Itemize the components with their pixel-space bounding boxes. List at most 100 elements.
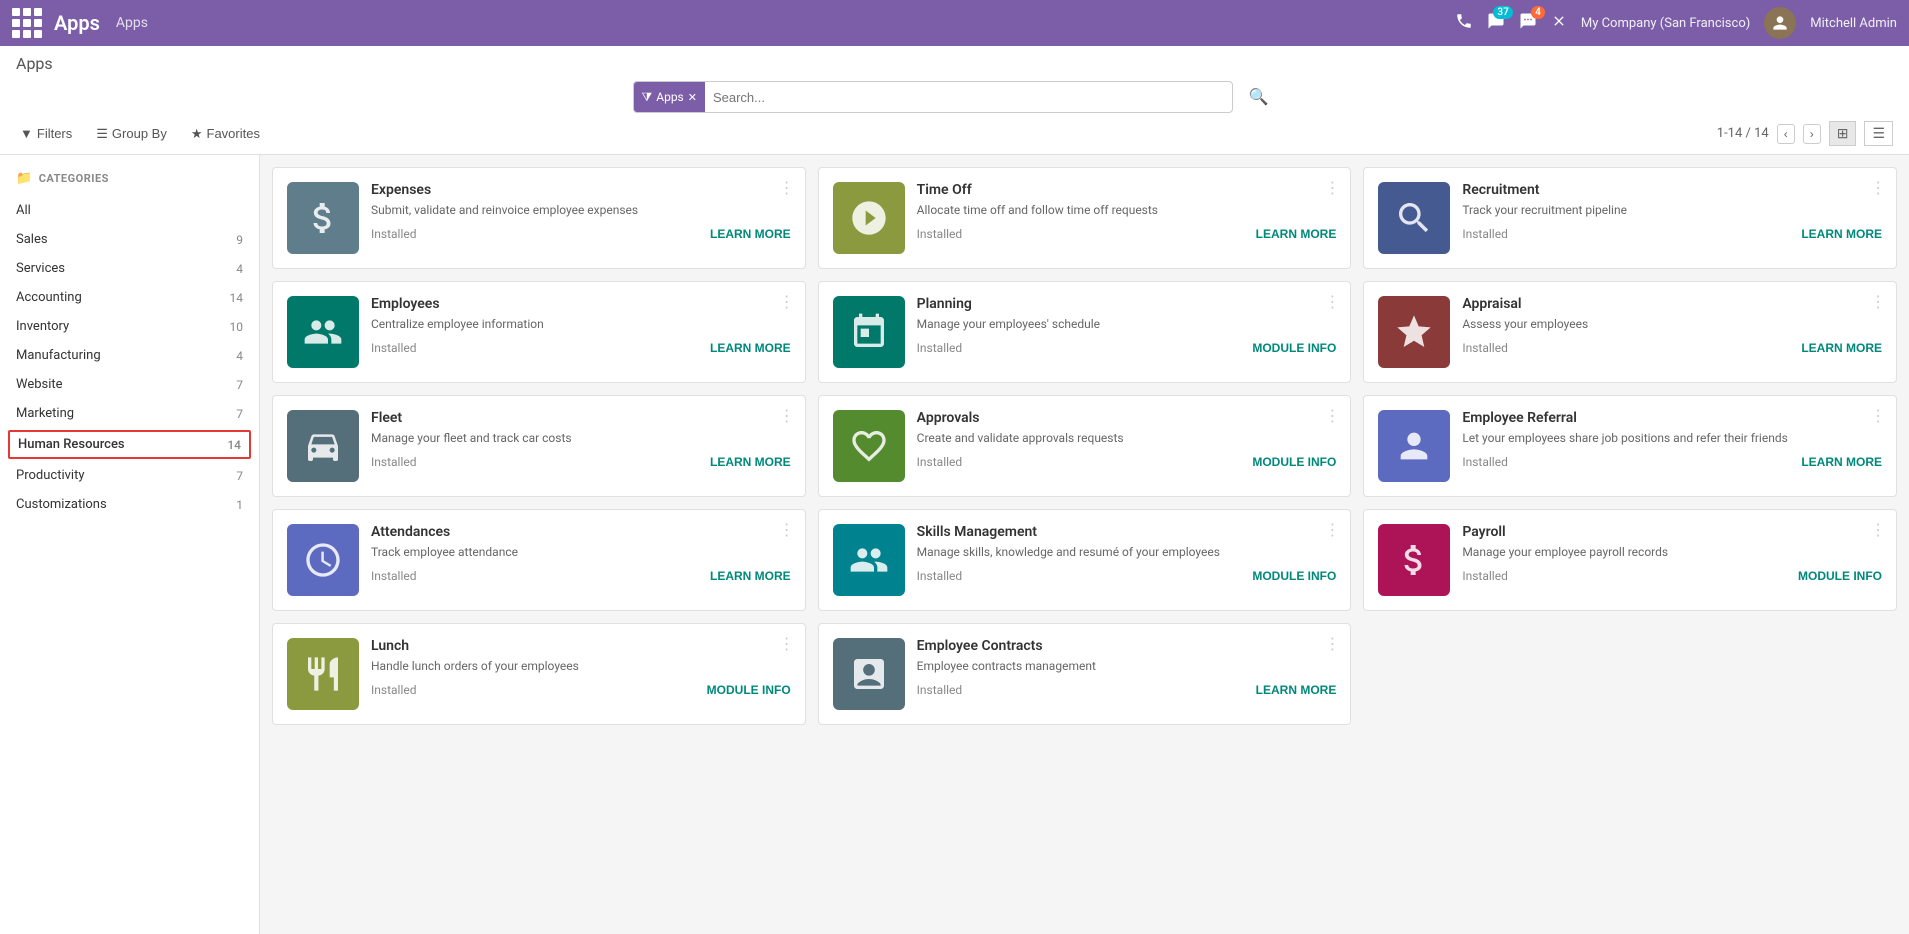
app-status: Installed <box>917 341 963 355</box>
sidebar-item-count: 4 <box>236 349 243 363</box>
company-name[interactable]: My Company (San Francisco) <box>1581 16 1750 31</box>
app-footer: Installed LEARN MORE <box>1462 341 1882 355</box>
sidebar-item-all[interactable]: All <box>0 196 259 225</box>
prev-page-button[interactable]: ‹ <box>1777 124 1795 144</box>
remove-tag-button[interactable]: ✕ <box>688 91 697 104</box>
card-menu-icon[interactable]: ⋮ <box>1324 406 1340 425</box>
learn-more-button[interactable]: LEARN MORE <box>1256 227 1337 241</box>
app-icon <box>287 182 359 254</box>
card-menu-icon[interactable]: ⋮ <box>1870 292 1886 311</box>
card-menu-icon[interactable]: ⋮ <box>779 520 795 539</box>
user-avatar[interactable] <box>1764 7 1796 39</box>
top-nav-right: 37 4 My Company (San Francisco) Mitchell… <box>1455 7 1897 39</box>
app-card[interactable]: Skills Management Manage skills, knowled… <box>818 509 1352 611</box>
app-icon <box>1378 296 1450 368</box>
card-menu-icon[interactable]: ⋮ <box>1870 406 1886 425</box>
sidebar-item-label: Marketing <box>16 406 74 421</box>
card-menu-icon[interactable]: ⋮ <box>1324 634 1340 653</box>
sidebar-item-services[interactable]: Services4 <box>0 254 259 283</box>
search-input[interactable] <box>705 90 1232 105</box>
favorites-button[interactable]: ★ Favorites <box>187 124 264 144</box>
card-menu-icon[interactable]: ⋮ <box>1870 520 1886 539</box>
app-info: Recruitment Track your recruitment pipel… <box>1462 182 1882 241</box>
card-menu-icon[interactable]: ⋮ <box>1324 292 1340 311</box>
sidebar-item-label: All <box>16 203 31 218</box>
search-button[interactable]: 🔍 <box>1241 87 1277 107</box>
app-desc: Let your employees share job positions a… <box>1462 430 1882 447</box>
sidebar-item-label: Sales <box>16 232 48 247</box>
app-card[interactable]: Employees Centralize employee informatio… <box>272 281 806 383</box>
sidebar-item-customizations[interactable]: Customizations1 <box>0 490 259 519</box>
sidebar-item-manufacturing[interactable]: Manufacturing4 <box>0 341 259 370</box>
messages-icon[interactable]: 37 <box>1487 12 1505 34</box>
app-card[interactable]: Employee Contracts Employee contracts ma… <box>818 623 1352 725</box>
sidebar-item-label: Human Resources <box>18 437 125 452</box>
group-by-icon: ☰ <box>96 126 108 142</box>
learn-more-button[interactable]: LEARN MORE <box>1256 683 1337 697</box>
grid-view-button[interactable]: ⊞ <box>1829 121 1857 146</box>
app-card[interactable]: Attendances Track employee attendance In… <box>272 509 806 611</box>
learn-more-button[interactable]: LEARN MORE <box>1801 455 1882 469</box>
app-card[interactable]: Recruitment Track your recruitment pipel… <box>1363 167 1897 269</box>
module-info-button[interactable]: MODULE INFO <box>1252 341 1336 355</box>
app-card[interactable]: Planning Manage your employees' schedule… <box>818 281 1352 383</box>
close-icon[interactable] <box>1551 13 1567 33</box>
app-card[interactable]: Appraisal Assess your employees Installe… <box>1363 281 1897 383</box>
learn-more-button[interactable]: LEARN MORE <box>1801 227 1882 241</box>
sidebar-item-human-resources[interactable]: Human Resources14 <box>8 430 251 459</box>
sidebar-item-marketing[interactable]: Marketing7 <box>0 399 259 428</box>
app-card[interactable]: Approvals Create and validate approvals … <box>818 395 1352 497</box>
app-desc: Centralize employee information <box>371 316 791 333</box>
learn-more-button[interactable]: LEARN MORE <box>710 227 791 241</box>
app-info: Employees Centralize employee informatio… <box>371 296 791 355</box>
filters-button[interactable]: ▼ Filters <box>16 124 76 143</box>
app-info: Attendances Track employee attendance In… <box>371 524 791 583</box>
sidebar-item-productivity[interactable]: Productivity7 <box>0 461 259 490</box>
sidebar-item-inventory[interactable]: Inventory10 <box>0 312 259 341</box>
learn-more-button[interactable]: LEARN MORE <box>1801 341 1882 355</box>
app-name: Attendances <box>371 524 791 540</box>
app-card[interactable]: Payroll Manage your employee payroll rec… <box>1363 509 1897 611</box>
phone-icon[interactable] <box>1455 12 1473 34</box>
app-info: Employee Contracts Employee contracts ma… <box>917 638 1337 697</box>
chat-icon[interactable]: 4 <box>1519 12 1537 34</box>
app-card[interactable]: Employee Referral Let your employees sha… <box>1363 395 1897 497</box>
sidebar-item-website[interactable]: Website7 <box>0 370 259 399</box>
app-card[interactable]: Fleet Manage your fleet and track car co… <box>272 395 806 497</box>
app-icon <box>1378 410 1450 482</box>
module-info-button[interactable]: MODULE INFO <box>1252 569 1336 583</box>
list-view-button[interactable]: ☰ <box>1864 121 1893 146</box>
card-menu-icon[interactable]: ⋮ <box>779 634 795 653</box>
breadcrumb[interactable]: Apps <box>116 15 148 31</box>
card-menu-icon[interactable]: ⋮ <box>779 292 795 311</box>
app-name: Lunch <box>371 638 791 654</box>
module-info-button[interactable]: MODULE INFO <box>707 683 791 697</box>
app-card[interactable]: Expenses Submit, validate and reinvoice … <box>272 167 806 269</box>
app-card[interactable]: Time Off Allocate time off and follow ti… <box>818 167 1352 269</box>
page-title: Apps <box>16 54 1893 73</box>
learn-more-button[interactable]: LEARN MORE <box>710 569 791 583</box>
card-menu-icon[interactable]: ⋮ <box>779 178 795 197</box>
module-info-button[interactable]: MODULE INFO <box>1252 455 1336 469</box>
sidebar-item-label: Productivity <box>16 468 84 483</box>
sidebar-item-sales[interactable]: Sales9 <box>0 225 259 254</box>
card-menu-icon[interactable]: ⋮ <box>1870 178 1886 197</box>
card-menu-icon[interactable]: ⋮ <box>1324 520 1340 539</box>
user-name[interactable]: Mitchell Admin <box>1810 16 1897 31</box>
app-info: Expenses Submit, validate and reinvoice … <box>371 182 791 241</box>
app-card[interactable]: Lunch Handle lunch orders of your employ… <box>272 623 806 725</box>
next-page-button[interactable]: › <box>1803 124 1821 144</box>
folder-icon: 📁 <box>16 171 33 186</box>
group-by-button[interactable]: ☰ Group By <box>92 124 171 144</box>
learn-more-button[interactable]: LEARN MORE <box>710 341 791 355</box>
secondary-header: Apps ⧩ Apps ✕ 🔍 ▼ Filters ☰ Group By ★ F… <box>0 46 1909 155</box>
filter-icon: ⧩ <box>642 90 653 105</box>
module-info-button[interactable]: MODULE INFO <box>1798 569 1882 583</box>
card-menu-icon[interactable]: ⋮ <box>1324 178 1340 197</box>
grid-menu-icon[interactable] <box>12 8 42 38</box>
card-menu-icon[interactable]: ⋮ <box>779 406 795 425</box>
app-grid-container[interactable]: Expenses Submit, validate and reinvoice … <box>260 155 1909 934</box>
sidebar-item-accounting[interactable]: Accounting14 <box>0 283 259 312</box>
learn-more-button[interactable]: LEARN MORE <box>710 455 791 469</box>
app-title: Apps <box>54 11 100 35</box>
